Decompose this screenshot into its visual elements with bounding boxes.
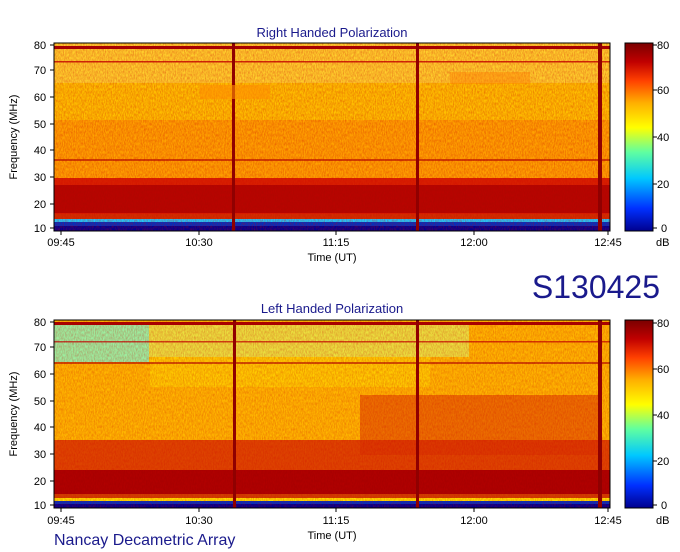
spectrogram-image (54, 320, 610, 508)
x-tick-label: 11:15 (323, 237, 350, 249)
colorbar: 0 20 40 60 80 dB (624, 40, 669, 249)
instrument-name: Nancay Decametric Array (54, 532, 235, 549)
colorbar-tick-label: 60 (657, 85, 669, 97)
y-tick-label: 60 (34, 369, 46, 381)
x-tick-label: 12:45 (594, 515, 622, 527)
right-polarization-panel: Right Handed Polarization 10 20 30 40 50… (8, 25, 669, 264)
x-axis: 09:45 10:30 11:15 12:00 12:45 (47, 231, 622, 249)
colorbar-tick-label: 80 (657, 318, 669, 330)
x-tick-label: 11:15 (323, 515, 350, 527)
colorbar-tick-label: 0 (661, 500, 667, 512)
y-axis-label: Frequency (MHz) (8, 95, 20, 180)
x-axis-label: Time (UT) (307, 530, 356, 542)
y-tick-label: 70 (34, 342, 46, 354)
colorbar-tick-label: 60 (657, 364, 669, 376)
x-axis-label: Time (UT) (307, 252, 356, 264)
y-axis-label: Frequency (MHz) (8, 372, 20, 457)
x-axis: 09:45 10:30 11:15 12:00 12:45 (47, 508, 622, 527)
y-tick-label: 30 (34, 449, 46, 461)
colorbar: 0 20 40 60 80 dB (624, 318, 669, 527)
y-tick-label: 20 (34, 476, 46, 488)
y-tick-label: 40 (34, 422, 46, 434)
colorbar-unit: dB (656, 515, 669, 527)
x-tick-label: 09:45 (47, 515, 75, 527)
x-tick-label: 12:00 (460, 237, 488, 249)
chart-title: Left Handed Polarization (261, 301, 403, 316)
y-tick-label: 60 (34, 92, 46, 104)
colorbar-tick-label: 80 (657, 40, 669, 52)
colorbar-unit: dB (656, 237, 669, 249)
y-tick-label: 40 (34, 145, 46, 157)
y-tick-label: 70 (34, 65, 46, 77)
x-tick-label: 10:30 (185, 515, 213, 527)
colorbar-tick-label: 0 (661, 223, 667, 235)
chart-title: Right Handed Polarization (256, 25, 407, 40)
x-tick-label: 12:45 (594, 237, 622, 249)
x-tick-label: 09:45 (47, 237, 75, 249)
y-tick-label: 50 (34, 396, 46, 408)
x-tick-label: 12:00 (460, 515, 488, 527)
y-tick-label: 20 (34, 199, 46, 211)
y-tick-label: 80 (34, 317, 46, 329)
y-tick-label: 80 (34, 40, 46, 52)
spectrogram-figure: Right Handed Polarization 10 20 30 40 50… (8, 25, 669, 549)
colorbar-tick-label: 20 (657, 179, 669, 191)
observation-id: S130425 (532, 269, 660, 305)
y-tick-label: 50 (34, 119, 46, 131)
y-tick-label: 10 (34, 500, 46, 512)
spectrogram-image (54, 43, 610, 231)
y-tick-label: 30 (34, 172, 46, 184)
colorbar-tick-label: 40 (657, 410, 669, 422)
y-axis: 10 20 30 40 50 60 70 80 (34, 40, 54, 235)
left-polarization-panel: Left Handed Polarization 10 20 30 40 50 … (8, 301, 669, 542)
y-tick-label: 10 (34, 223, 46, 235)
y-axis: 10 20 30 40 50 60 70 80 (34, 317, 54, 512)
colorbar-tick-label: 20 (657, 456, 669, 468)
x-tick-label: 10:30 (185, 237, 213, 249)
colorbar-tick-label: 40 (657, 132, 669, 144)
